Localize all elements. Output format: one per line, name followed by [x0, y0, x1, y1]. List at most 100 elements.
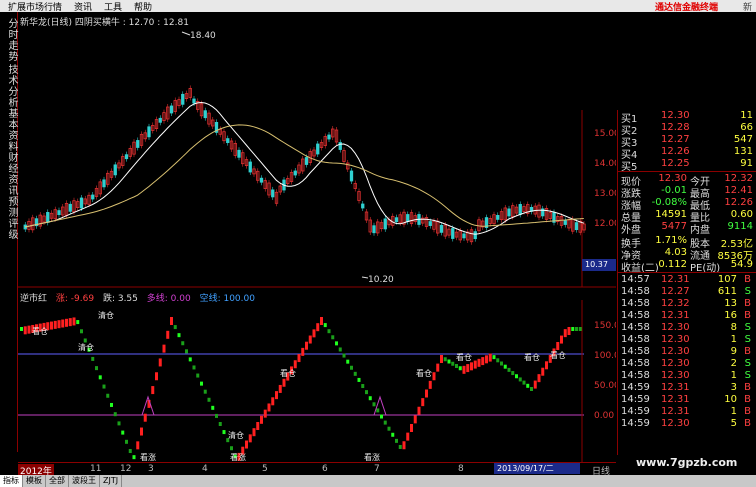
bid-price: 12.27: [661, 134, 690, 145]
osc-bar: [282, 378, 286, 387]
tab-all[interactable]: 全部: [46, 475, 69, 487]
osc-bar: [252, 428, 256, 437]
side-tab-rating[interactable]: 预测评级: [1, 196, 17, 240]
tick-volume: 1: [730, 334, 737, 345]
osc-bar: [248, 434, 252, 443]
tick-row: 14:58 12.30 8 S: [621, 322, 755, 334]
tick-time: 14:58: [621, 346, 650, 357]
side-tab-intraday[interactable]: 分时走势: [1, 18, 17, 62]
osc-bar: [395, 438, 398, 443]
tab-indicator[interactable]: 指标: [0, 475, 23, 487]
osc-bar: [117, 421, 121, 426]
tick-volume: 10: [724, 394, 737, 405]
side-tab-technical[interactable]: 技术分析: [1, 64, 17, 108]
osc-bar: [376, 408, 380, 413]
osc-bar: [507, 367, 511, 372]
stat-value: 14591: [655, 209, 687, 220]
stat-value: 1.71%: [655, 235, 687, 246]
tick-row: 14:58 12.30 2 S: [621, 358, 755, 370]
osc-bar: [211, 405, 215, 410]
tick-time: 14:59: [621, 382, 650, 393]
osc-bar: [136, 441, 140, 450]
side-tab-fundamentals[interactable]: 基本资料: [1, 108, 17, 152]
candles-group: [23, 85, 586, 245]
osc-bar: [357, 377, 361, 382]
osc-bar: [320, 317, 323, 325]
candlestick-chart[interactable]: 18.40 10.20 15.00 14.00 13.00 12.00: [18, 12, 616, 288]
osc-bar: [192, 365, 196, 370]
site-watermark: www.7gpzb.com: [636, 456, 738, 469]
osc-bar: [188, 357, 192, 362]
stat-label-2: 量比: [690, 213, 710, 224]
tick-price: 12.30: [661, 358, 690, 369]
osc-bar: [458, 366, 462, 371]
signal-label: 清仓: [98, 310, 114, 320]
osc-bar: [338, 347, 342, 352]
side-tab-news[interactable]: 财经资讯: [1, 152, 17, 196]
bid-row[interactable]: 买2 12.28 66: [621, 122, 755, 137]
signal-label: 看涨: [364, 452, 380, 462]
oscillator-bars: [20, 317, 582, 461]
tick-time: 14:58: [621, 310, 650, 321]
osc-bar: [417, 406, 421, 415]
osc-bar: [398, 444, 402, 449]
osc-bar: [207, 397, 211, 402]
stat-row: 外盘 5477 内盘 9114: [621, 221, 755, 236]
osc-bar: [466, 364, 470, 373]
osc-bar: [530, 387, 533, 391]
osc-bar: [173, 325, 177, 330]
osc-bar: [518, 377, 522, 382]
tick-price: 12.32: [661, 298, 690, 309]
osc-bar: [488, 353, 492, 362]
low-price-label: 10.20: [368, 275, 394, 285]
menu-item-market[interactable]: 扩展市场行情: [8, 0, 62, 13]
osc-bar: [436, 363, 440, 372]
menu-tail[interactable]: 新: [743, 0, 752, 13]
bid-row[interactable]: 买5 12.25 91: [621, 158, 755, 173]
tab-band-king[interactable]: 波段王: [69, 475, 100, 487]
osc-bar: [455, 364, 458, 368]
tick-flag: B: [744, 418, 751, 429]
stat-row: 现价 12.30 今开 12.32: [621, 173, 755, 188]
stat-row: 净资 4.03 流通 8536万: [621, 247, 755, 262]
osc-bar: [545, 361, 548, 370]
osc-bar: [481, 357, 485, 366]
osc-bar: [230, 446, 233, 451]
tick-volume: 1: [730, 406, 737, 417]
tab-template[interactable]: 模板: [23, 475, 46, 487]
tick-time: 14:59: [621, 418, 650, 429]
osc-bar: [331, 335, 335, 340]
bid-row[interactable]: 买1 12.30 11: [621, 110, 755, 125]
osc-bar: [95, 366, 98, 371]
tick-row: 14:58 12.32 13 B: [621, 298, 755, 310]
osc-bar: [297, 354, 301, 363]
month-5: 5: [262, 464, 268, 474]
tab-zjtj[interactable]: ZJTJ: [100, 475, 123, 487]
stat-value-2: 8536万: [717, 251, 753, 262]
tick-volume: 8: [730, 322, 737, 333]
osc-bar: [106, 393, 110, 398]
menu-item-tools[interactable]: 工具: [104, 0, 122, 13]
bid-price: 12.26: [661, 146, 690, 157]
menu-item-news[interactable]: 资讯: [74, 0, 92, 13]
osc-bar: [185, 349, 188, 354]
osc-bar: [308, 335, 312, 344]
osc-bar: [155, 372, 158, 381]
bid-row[interactable]: 买4 12.26 131: [621, 146, 755, 161]
osc-bar: [143, 413, 147, 422]
oscillator-chart[interactable]: 看仓清仓看涨清仓看涨看仓看涨看仓看仓看仓看仓清仓 150.00 100.00 5…: [18, 300, 616, 462]
menu-item-help[interactable]: 帮助: [134, 0, 152, 13]
stat-value-2: 9114: [727, 221, 753, 232]
stat-label: 净资: [621, 251, 641, 262]
bid-row[interactable]: 买3 12.27 547: [621, 134, 755, 149]
stat-label-2: 流通: [690, 251, 710, 262]
osc-bar: [511, 371, 515, 376]
tick-time: 14:58: [621, 334, 650, 345]
osc-bar: [27, 325, 31, 334]
month-12: 12: [120, 464, 132, 474]
high-pointer: [181, 31, 191, 36]
tick-flag: S: [744, 286, 751, 297]
osc-bar: [485, 355, 488, 364]
osc-bar: [428, 380, 432, 389]
osc-bar: [443, 357, 447, 362]
